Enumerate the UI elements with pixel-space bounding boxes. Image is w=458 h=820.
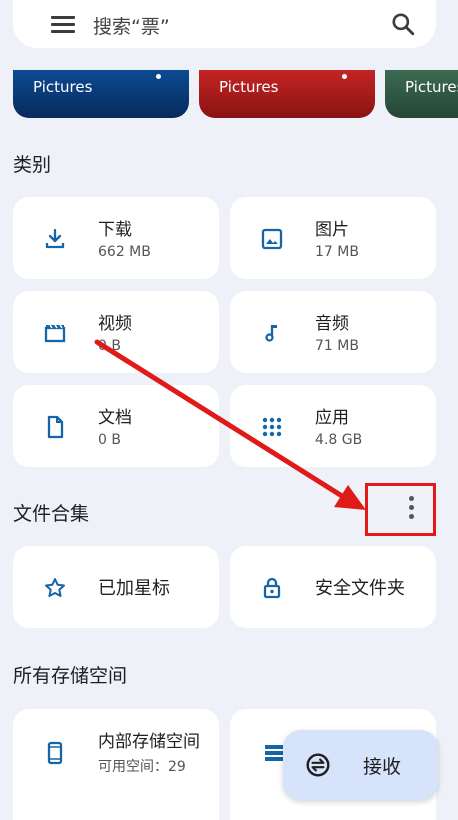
category-documents[interactable]: 文档 0 B xyxy=(13,385,219,467)
storage-internal[interactable]: 内部存储空间 可用空间：29 xyxy=(13,709,219,820)
image-icon xyxy=(261,228,283,250)
more-icon[interactable] xyxy=(156,74,161,79)
category-downloads[interactable]: 下载 662 MB xyxy=(13,197,219,279)
music-note-icon xyxy=(265,325,277,342)
storage-free: 可用空间：29 xyxy=(98,759,186,775)
album-label: Pictures xyxy=(219,78,279,96)
collection-starred[interactable]: 已加星标 xyxy=(13,546,219,628)
video-icon xyxy=(44,324,66,343)
receive-label: 接收 xyxy=(363,756,402,778)
annotation-highlight-box xyxy=(365,483,436,536)
category-name: 文档 xyxy=(98,408,132,428)
apps-grid-icon xyxy=(262,417,282,437)
menu-icon[interactable] xyxy=(51,16,75,34)
category-name: 应用 xyxy=(315,408,349,428)
category-name: 图片 xyxy=(315,220,349,240)
search-bar[interactable]: 搜索“票” xyxy=(13,0,436,48)
more-icon[interactable] xyxy=(342,74,347,79)
category-videos[interactable]: 视频 0 B xyxy=(13,291,219,373)
lock-icon xyxy=(263,577,281,599)
star-icon xyxy=(45,578,65,597)
category-size: 0 B xyxy=(98,338,121,354)
album-label: Pictures xyxy=(405,78,458,96)
collection-name: 安全文件夹 xyxy=(315,578,405,599)
category-name: 视频 xyxy=(98,314,132,334)
collection-name: 已加星标 xyxy=(98,578,170,599)
category-size: 662 MB xyxy=(98,244,151,260)
category-audio[interactable]: 音频 71 MB xyxy=(230,291,436,373)
search-icon[interactable] xyxy=(390,11,416,37)
category-size: 17 MB xyxy=(315,244,359,260)
section-title-collections: 文件合集 xyxy=(13,503,90,525)
collection-safe-folder[interactable]: 安全文件夹 xyxy=(230,546,436,628)
category-size: 4.8 GB xyxy=(315,432,363,448)
phone-icon xyxy=(47,741,63,765)
section-title-storage: 所有存储空间 xyxy=(13,665,128,687)
category-size: 71 MB xyxy=(315,338,359,354)
document-icon xyxy=(47,415,64,439)
section-title-categories: 类别 xyxy=(13,154,52,176)
search-placeholder[interactable]: 搜索“票” xyxy=(93,12,170,39)
album-card[interactable]: Pictures xyxy=(13,70,189,118)
category-name: 音频 xyxy=(315,314,349,334)
category-apps[interactable]: 应用 4.8 GB xyxy=(230,385,436,467)
category-images[interactable]: 图片 17 MB xyxy=(230,197,436,279)
category-name: 下载 xyxy=(98,220,132,240)
receive-button[interactable]: 接收 xyxy=(283,730,438,800)
download-icon xyxy=(45,228,65,249)
album-card[interactable]: Pictures xyxy=(199,70,375,118)
receive-icon xyxy=(306,753,330,777)
storage-name: 内部存储空间 xyxy=(98,732,200,752)
album-label: Pictures xyxy=(33,78,93,96)
album-card[interactable]: Pictures xyxy=(385,70,458,118)
category-size: 0 B xyxy=(98,432,121,448)
